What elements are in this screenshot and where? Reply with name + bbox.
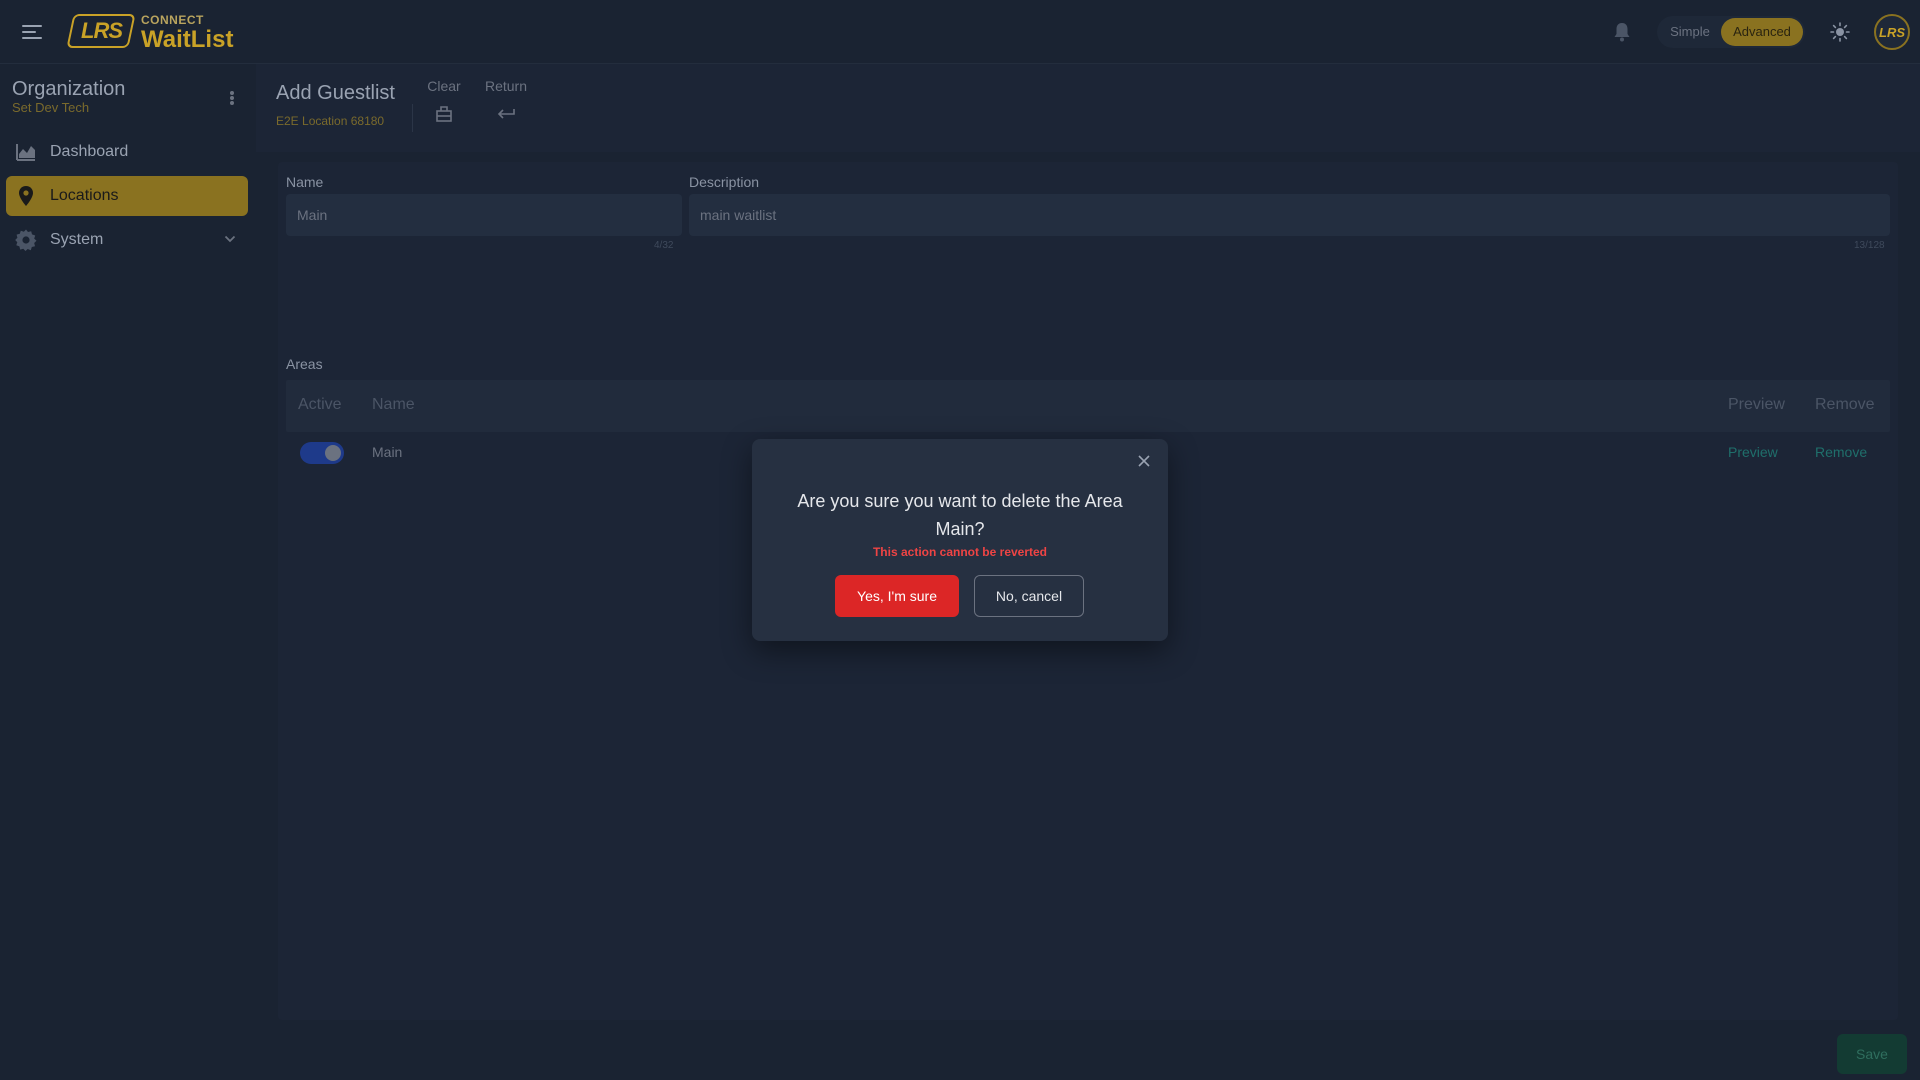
- page-subtitle: E2E Location 68180: [276, 114, 385, 128]
- dialog-warning: This action cannot be reverted: [872, 545, 1048, 559]
- sidebar-item-label: System: [50, 231, 104, 248]
- delete-confirmation-dialog: Are you sure you want to delete the Area…: [752, 439, 1168, 641]
- page-header: Add Guestlist E2E Location 68180 Clear R…: [256, 64, 1920, 152]
- brand-logo-text: LRS: [80, 18, 122, 43]
- table-header: Active Name Preview Remove: [286, 380, 1890, 432]
- close-icon[interactable]: [1136, 453, 1152, 469]
- header-divider: [412, 104, 413, 132]
- sidebar-item-label: Dashboard: [50, 143, 129, 160]
- description-label: Description: [689, 174, 760, 190]
- gear-icon: [15, 229, 37, 251]
- sidebar-item-label: Locations: [50, 187, 119, 204]
- return-label: Return: [484, 78, 528, 94]
- cancel-button[interactable]: No, cancel: [974, 575, 1084, 617]
- name-counter: 4/32: [654, 240, 674, 251]
- more-options-icon[interactable]: [228, 90, 236, 108]
- confirm-delete-button[interactable]: Yes, I'm sure: [835, 575, 959, 617]
- page-title: Add Guestlist: [276, 82, 395, 104]
- return-icon: [497, 109, 515, 119]
- toggle-knob: [325, 445, 341, 461]
- dialog-title: Are you sure you want to delete the Area…: [797, 491, 1123, 539]
- active-toggle[interactable]: [300, 442, 344, 464]
- sidebar-item-system[interactable]: System: [6, 220, 248, 260]
- menu-icon[interactable]: [22, 21, 42, 43]
- chevron-down-icon[interactable]: [224, 233, 236, 245]
- clear-label: Clear: [427, 78, 461, 94]
- mode-advanced-option[interactable]: Advanced: [1721, 18, 1803, 46]
- column-header-active: Active: [298, 396, 342, 413]
- preview-link[interactable]: Preview: [1728, 444, 1778, 460]
- clear-button[interactable]: Clear: [414, 78, 474, 129]
- sidebar-item-locations[interactable]: Locations: [6, 176, 248, 216]
- brand-logo: LRS: [66, 14, 136, 48]
- name-label: Name: [286, 174, 324, 190]
- description-input[interactable]: main waitlist: [689, 194, 1890, 236]
- brand-subtitle: CONNECT: [141, 13, 204, 27]
- return-button[interactable]: Return: [476, 78, 536, 129]
- brand-title: WaitList: [141, 26, 234, 53]
- save-button[interactable]: Save: [1837, 1034, 1907, 1074]
- area-name-cell: Main: [372, 444, 403, 460]
- mode-simple-option[interactable]: Simple: [1659, 18, 1721, 46]
- column-header-preview: Preview: [1728, 396, 1785, 413]
- bell-icon[interactable]: [1613, 22, 1631, 42]
- column-header-name: Name: [372, 396, 415, 413]
- sun-icon[interactable]: [1830, 22, 1850, 42]
- app: LRS CONNECT WaitList Simple Advanced LRS…: [0, 0, 1920, 1080]
- org-title: Organization: [12, 78, 126, 100]
- sidebar: Organization Set Dev Tech Dashboard Loca…: [0, 64, 256, 1080]
- org-subtitle: Set Dev Tech: [12, 100, 90, 115]
- eraser-icon: [436, 106, 452, 122]
- chart-icon: [16, 144, 35, 161]
- areas-label: Areas: [286, 356, 323, 372]
- remove-link[interactable]: Remove: [1815, 444, 1867, 460]
- user-avatar[interactable]: LRS: [1874, 14, 1910, 50]
- name-input[interactable]: Main: [286, 194, 682, 236]
- column-header-remove: Remove: [1815, 396, 1875, 413]
- map-pin-icon: [19, 186, 33, 206]
- mode-toggle: Simple Advanced: [1657, 16, 1805, 48]
- description-counter: 13/128: [1854, 240, 1885, 251]
- top-bar: LRS CONNECT WaitList Simple Advanced LRS: [0, 0, 1920, 64]
- sidebar-item-dashboard[interactable]: Dashboard: [6, 132, 248, 172]
